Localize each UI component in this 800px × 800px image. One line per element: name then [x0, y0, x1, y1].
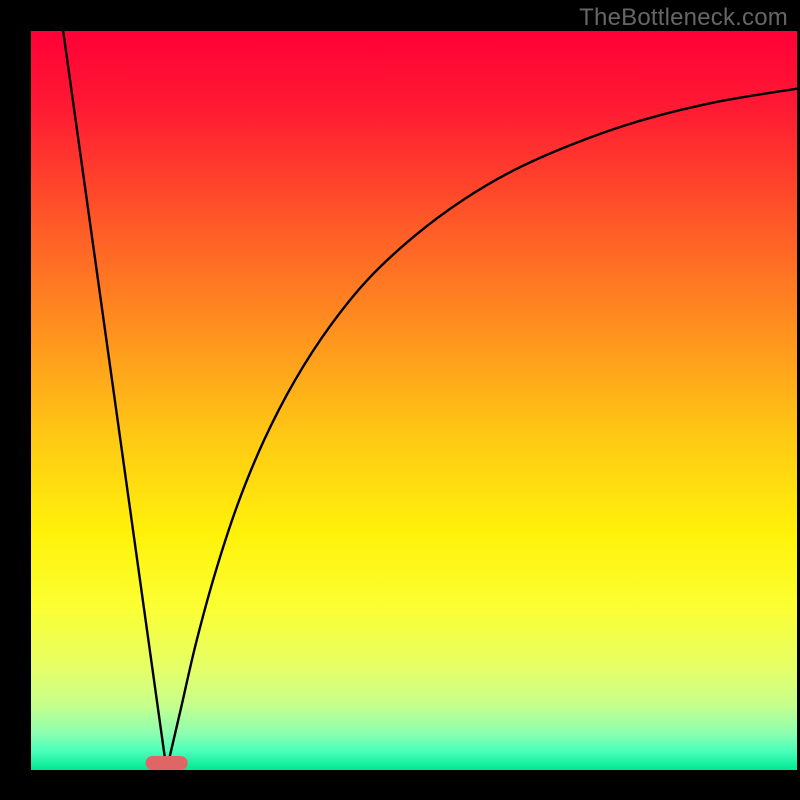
chart-svg: [0, 0, 800, 800]
watermark-text: TheBottleneck.com: [579, 4, 788, 32]
chart-frame: TheBottleneck.com: [0, 0, 800, 800]
plot-background: [31, 31, 797, 770]
performance-marker: [146, 756, 188, 770]
